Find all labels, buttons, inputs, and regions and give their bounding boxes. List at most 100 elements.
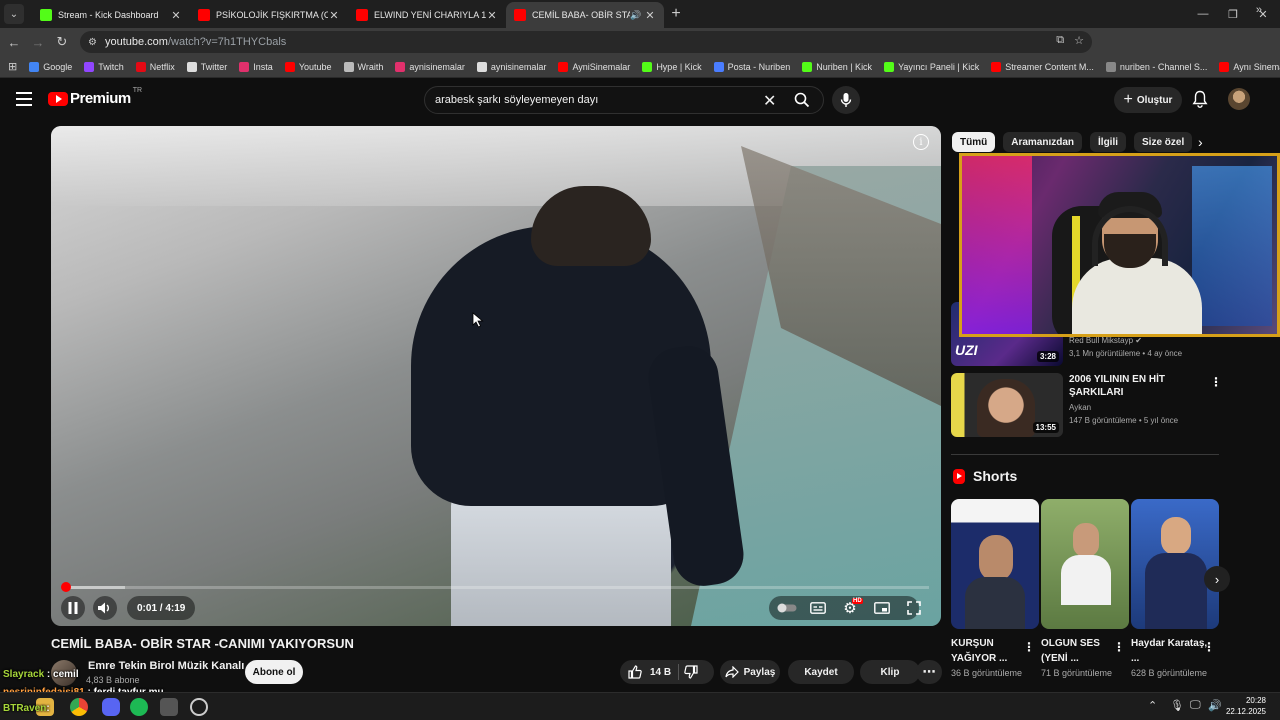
short-options-icon[interactable]: ⋮ — [1203, 640, 1215, 654]
bookmark-item[interactable]: Google — [29, 61, 72, 72]
microphone-tray-icon[interactable]: 🎙 — [1170, 699, 1184, 712]
dislike-button[interactable] — [684, 665, 698, 682]
install-app-icon[interactable]: ⧉ — [1056, 34, 1064, 47]
tray-overflow-icon[interactable]: ⌃ — [1148, 699, 1157, 712]
tab-close-icon[interactable]: ✕ — [644, 9, 656, 22]
scrubber-handle[interactable] — [61, 582, 72, 592]
bookmark-item[interactable]: nuriben - Channel S... — [1105, 61, 1207, 72]
bookmark-item[interactable]: Hype | Kick — [642, 61, 702, 72]
bookmark-item[interactable]: Wraith — [343, 61, 383, 72]
bookmarks-overflow-icon[interactable]: » — [1256, 4, 1262, 16]
short-options-icon[interactable]: ⋮ — [1113, 640, 1125, 654]
speaker-icon[interactable]: 🔊 — [1208, 699, 1222, 712]
filter-chip[interactable]: İlgili — [1090, 132, 1127, 152]
browser-tab[interactable]: Stream - Kick Dashboard ✕ — [32, 2, 190, 28]
voice-search-button[interactable] — [832, 86, 860, 114]
channel-name[interactable]: Emre Tekin Birol Müzik Kanalı — [88, 660, 244, 672]
spotify-icon[interactable] — [130, 698, 148, 716]
more-actions-icon[interactable]: ⋯ — [916, 660, 942, 684]
back-icon[interactable]: ← — [2, 35, 26, 50]
discord-icon[interactable] — [102, 698, 120, 716]
autoplay-toggle[interactable] — [775, 596, 799, 620]
pause-button[interactable] — [61, 596, 85, 620]
video-player[interactable]: i 0:01 / 4:19 ⚙ HD — [51, 126, 941, 626]
settings-button[interactable]: ⚙ HD — [838, 596, 863, 620]
video-channel[interactable]: Red Bull Mikstayp ✔ — [1069, 336, 1142, 345]
fullscreen-button[interactable] — [902, 596, 926, 620]
short-title[interactable]: OLGUN SES (YENİ ... — [1041, 636, 1121, 666]
tab-close-icon[interactable]: ✕ — [486, 9, 498, 22]
bookmark-item[interactable]: Netflix — [135, 61, 175, 72]
address-bar[interactable]: ⚙ youtube.com/watch?v=7h1THYCbals ⧉ ☆ — [80, 31, 1092, 53]
progress-bar[interactable] — [61, 582, 929, 592]
bookmark-item[interactable]: AyniSinemalar — [558, 61, 630, 72]
bookmark-item[interactable]: aynisinemalar — [476, 61, 546, 72]
filter-chip[interactable]: Size özel — [1134, 132, 1193, 152]
bookmark-item[interactable]: Twitter — [186, 61, 227, 72]
restore-icon[interactable]: ❐ — [1216, 0, 1250, 28]
search-box[interactable]: arabesk şarkı söyleyemeyen dayı ✕ — [424, 86, 824, 114]
minimize-icon[interactable]: — — [1186, 0, 1220, 28]
chrome-icon[interactable] — [70, 698, 88, 716]
create-button[interactable]: + Oluştur — [1114, 87, 1182, 113]
share-button[interactable]: Paylaş — [720, 660, 780, 684]
apps-grid-icon[interactable]: ⊞ — [8, 60, 17, 73]
video-thumbnail[interactable]: 13:55 — [951, 373, 1063, 437]
forward-icon[interactable]: → — [26, 35, 50, 50]
short-thumbnail[interactable] — [1131, 499, 1219, 629]
video-options-icon[interactable]: ⋮ — [1210, 375, 1222, 389]
app-icon[interactable] — [160, 698, 178, 716]
clear-search-icon[interactable]: ✕ — [763, 91, 776, 111]
new-tab-icon[interactable]: + — [664, 5, 688, 23]
site-info-icon[interactable]: ⚙ — [88, 37, 97, 48]
short-title[interactable]: KURŞUN YAĞIYOR ... — [951, 636, 1031, 666]
obs-icon[interactable] — [190, 698, 208, 716]
browser-tab[interactable]: PSİKOLOJİK FIŞKIRTMA (OZET_ ✕ — [190, 2, 348, 28]
bookmark-item[interactable]: Posta - Nuriben — [713, 61, 790, 72]
notifications-bell-icon[interactable] — [1192, 90, 1208, 111]
bookmark-item[interactable]: Twitch — [84, 61, 124, 72]
subscribe-button[interactable]: Abone ol — [245, 660, 303, 684]
info-icon[interactable]: i — [913, 134, 929, 150]
system-clock[interactable]: 20:28 22.12.2025 — [1226, 695, 1266, 717]
bookmark-star-icon[interactable]: ☆ — [1074, 34, 1084, 47]
bookmark-item[interactable]: Nuriben | Kick — [802, 61, 872, 72]
browser-tab-active[interactable]: CEMİL BABA- OBİR STAR -C 🔊 ✕ — [506, 2, 664, 28]
bookmark-item[interactable]: Streamer Content M... — [991, 61, 1094, 72]
short-title[interactable]: Haydar Karataş, ... — [1131, 636, 1211, 666]
bookmark-item[interactable]: Aynı Sinemalar - Ça... — [1219, 61, 1280, 72]
subtitles-button[interactable] — [806, 596, 830, 620]
bookmark-item[interactable]: Youtube — [284, 61, 332, 72]
search-input[interactable]: arabesk şarkı söyleyemeyen dayı — [435, 94, 598, 106]
menu-hamburger-icon[interactable] — [16, 92, 32, 106]
short-options-icon[interactable]: ⋮ — [1023, 640, 1035, 654]
bookmark-item[interactable]: aynisinemalar — [395, 61, 465, 72]
bookmark-item[interactable]: Yayıncı Paneli | Kick — [884, 61, 979, 72]
bookmark-item[interactable]: Insta — [239, 61, 273, 72]
search-button[interactable] — [781, 87, 823, 113]
tab-search-icon[interactable]: ⌄ — [4, 4, 24, 24]
tab-close-icon[interactable]: ✕ — [170, 9, 182, 22]
network-icon[interactable]: 🖵 — [1190, 699, 1201, 712]
tab-close-icon[interactable]: ✕ — [328, 9, 340, 22]
chips-next-icon[interactable]: › — [1198, 134, 1203, 150]
reload-icon[interactable]: ↻ — [50, 34, 74, 50]
short-thumbnail[interactable] — [951, 499, 1039, 629]
like-button[interactable]: 14 B — [628, 665, 671, 679]
account-avatar[interactable] — [1228, 88, 1250, 110]
save-button[interactable]: Kaydet — [788, 660, 854, 684]
browser-tab[interactable]: ELWIND YENİ CHARIYLA 1V9 A ✕ — [348, 2, 506, 28]
video-title[interactable]: 2006 YILININ EN HİT ŞARKILARI — [1069, 373, 1199, 399]
filter-chip[interactable]: Tümü — [952, 132, 996, 152]
close-window-icon[interactable]: ✕ — [1246, 0, 1280, 28]
video-channel[interactable]: Aykan — [1069, 403, 1091, 412]
volume-button[interactable] — [93, 596, 117, 620]
clip-button[interactable]: Klip — [860, 660, 920, 684]
miniplayer-button[interactable] — [870, 596, 894, 620]
shorts-next-icon[interactable]: › — [1204, 566, 1230, 592]
audio-playing-icon[interactable]: 🔊 — [630, 10, 644, 21]
filter-chip[interactable]: Aramanızdan — [1003, 132, 1083, 152]
bookmark-favicon-icon — [884, 61, 895, 72]
youtube-premium-logo[interactable]: Premium TR — [48, 87, 142, 107]
short-thumbnail[interactable] — [1041, 499, 1129, 629]
